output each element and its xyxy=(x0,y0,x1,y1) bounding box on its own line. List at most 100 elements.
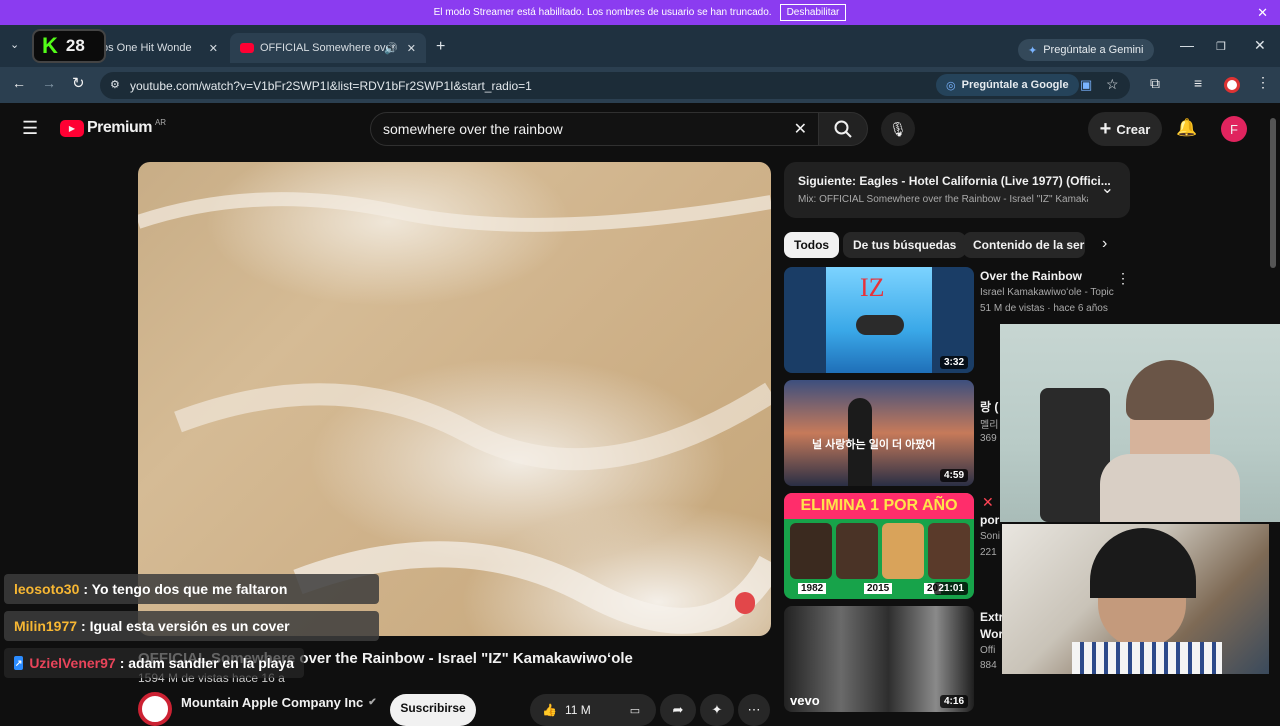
notifications-bell-icon[interactable]: 🔔 xyxy=(1176,118,1197,138)
rec-meta-2: 369 xyxy=(980,433,997,444)
audio-playing-icon[interactable]: 🔊 xyxy=(384,42,398,55)
rec-title-2[interactable]: 랑 ( xyxy=(980,398,998,415)
rec-channel-3: Soni xyxy=(980,531,1001,542)
body-shape xyxy=(1100,454,1240,522)
voice-search-button[interactable]: 🎙 xyxy=(881,112,915,146)
url-text: youtube.com/watch?v=V1bFr2SWP1I&list=RDV… xyxy=(130,78,532,93)
minimize-icon[interactable]: — xyxy=(1180,37,1194,53)
disable-streamer-button[interactable]: Deshabilitar xyxy=(779,4,847,21)
youtube-premium-logo[interactable]: ▶ Premium AR xyxy=(60,118,166,137)
reload-icon[interactable]: ↻ xyxy=(72,74,85,92)
duration-badge: 21:01 xyxy=(934,582,968,595)
ask-ai-button[interactable]: ✦ xyxy=(700,694,734,726)
year-badge: 2015 xyxy=(864,583,893,594)
webcam-streamer-1 xyxy=(1000,324,1280,522)
search-button[interactable] xyxy=(818,112,868,146)
thumbs-up-icon: 👍 xyxy=(542,703,557,717)
kick-viewer-overlay: K 28 xyxy=(32,29,106,63)
bookmark-star-icon[interactable]: ☆ xyxy=(1106,76,1119,93)
duration-badge: 4:59 xyxy=(939,469,968,482)
webcam-streamer-2 xyxy=(1002,524,1269,674)
microphone-icon: 🎙 xyxy=(889,120,907,137)
close-window-icon[interactable]: ✕ xyxy=(1254,37,1266,54)
chevron-right-icon[interactable]: › xyxy=(1102,235,1107,253)
face-4 xyxy=(928,523,970,579)
subscribe-button[interactable]: Suscribirse xyxy=(390,694,476,726)
new-tab-icon[interactable]: + xyxy=(436,38,445,56)
site-info-icon[interactable]: ⚙ xyxy=(110,78,120,91)
chip-de-tus-busquedas[interactable]: De tus búsquedas xyxy=(843,232,967,258)
album-cover: IZ xyxy=(826,267,932,373)
chevron-down-icon[interactable]: ⌄ xyxy=(1101,178,1114,198)
account-avatar[interactable]: F xyxy=(1221,116,1247,142)
close-tab-icon[interactable]: ✕ xyxy=(407,42,416,55)
channel-avatar[interactable] xyxy=(138,692,172,726)
more-horizontal-icon: ⋯ xyxy=(747,702,761,717)
chat-text: : Yo tengo dos que me faltaron xyxy=(83,581,288,597)
page-scrollbar[interactable] xyxy=(1270,118,1276,268)
chat-message: leosoto30 : Yo tengo dos que me faltaron xyxy=(4,574,379,604)
guide-menu-icon[interactable]: ☰ xyxy=(22,118,38,139)
duration-badge: 3:32 xyxy=(939,356,968,369)
channel-name[interactable]: Mountain Apple Company Inc ✔ xyxy=(181,695,377,710)
browser-address-bar: ← → ↻ ⚙ youtube.com/watch?v=V1bFr2SWP1I&… xyxy=(0,67,1280,103)
rec-title-4[interactable]: Extr xyxy=(980,610,1003,624)
video-frame-waves xyxy=(138,192,771,634)
close-icon[interactable]: ✕ xyxy=(1257,5,1268,21)
rec-thumbnail-2[interactable]: 널 사랑하는 일이 더 아팠어 4:59 xyxy=(784,380,974,486)
close-tab-icon[interactable]: ✕ xyxy=(209,42,218,55)
thumb-banner: ELIMINA 1 POR AÑO xyxy=(784,493,974,519)
like-button[interactable]: 👍 11 M xyxy=(530,694,614,726)
media-controls-icon[interactable]: ≡ xyxy=(1194,75,1202,91)
ask-gemini-button[interactable]: ✦ Pregúntale a Gemini xyxy=(1018,39,1154,61)
ask-google-button[interactable]: ◎ Pregúntale a Google xyxy=(936,74,1079,96)
youtube-favicon-icon xyxy=(240,43,254,53)
logo-text: Premium xyxy=(87,119,152,136)
face-2 xyxy=(836,523,878,579)
back-icon[interactable]: ← xyxy=(12,75,26,91)
more-actions-button[interactable]: ⋯ xyxy=(738,694,770,726)
year-badge: 1982 xyxy=(798,583,827,594)
url-omnibox[interactable]: ⚙ youtube.com/watch?v=V1bFr2SWP1I&list=R… xyxy=(100,72,1130,99)
platform-badge-icon: ↗ xyxy=(14,656,24,670)
tab-list-chevron-icon[interactable]: ⌄ xyxy=(10,38,19,51)
vevo-logo: vevo xyxy=(790,693,820,708)
verified-icon: ✔ xyxy=(368,697,377,708)
profile-avatar-icon[interactable] xyxy=(1224,77,1240,93)
chat-message: Milin1977 : Igual esta versión es un cov… xyxy=(4,611,379,641)
channel-name-text: Mountain Apple Company Inc xyxy=(181,695,364,710)
apple-watermark-icon xyxy=(735,592,755,614)
search-input[interactable]: somewhere over the rainbow ✕ xyxy=(370,112,820,146)
headphones-shape xyxy=(1090,528,1196,598)
extensions-icon[interactable]: ⧉ xyxy=(1150,75,1160,92)
chip-todos[interactable]: Todos xyxy=(784,232,840,258)
clear-search-icon[interactable]: ✕ xyxy=(794,119,807,139)
browser-menu-icon[interactable]: ⋮ xyxy=(1256,74,1270,91)
chat-username: Milin1977 xyxy=(14,618,78,634)
search-icon xyxy=(834,120,852,138)
create-button[interactable]: + Crear xyxy=(1088,112,1162,146)
rec-title-1[interactable]: Over the Rainbow xyxy=(980,269,1082,283)
rec-meta-4: Offi xyxy=(980,645,996,656)
forward-icon[interactable]: → xyxy=(42,75,56,91)
tab-somewhere-over[interactable]: OFFICIAL Somewhere over 🔊 ✕ xyxy=(230,33,426,63)
rec-more-icon[interactable]: ⋮ xyxy=(1116,270,1130,287)
up-next-panel[interactable]: Siguiente: Eagles - Hotel California (Li… xyxy=(784,162,1130,218)
cast-icon[interactable]: ▣ xyxy=(1080,77,1092,93)
rec-thumbnail-1[interactable]: IZ 3:32 xyxy=(784,267,974,373)
maximize-icon[interactable]: ❐ xyxy=(1216,40,1226,53)
dislike-button[interactable]: ▭ xyxy=(614,694,656,726)
ask-gemini-label: Pregúntale a Gemini xyxy=(1043,44,1144,56)
chat-text: : Igual esta versión es un cover xyxy=(81,618,290,634)
rec-meta-1: 51 M de vistas · hace 6 años xyxy=(980,303,1108,314)
rec-thumbnail-3[interactable]: ELIMINA 1 POR AÑO 1982 2015 20 21:01 xyxy=(784,493,974,599)
rec-title-3[interactable]: por xyxy=(980,513,999,527)
video-player[interactable] xyxy=(138,162,771,636)
shirt-shape xyxy=(1072,642,1222,674)
share-button[interactable]: ➦ xyxy=(660,694,696,726)
ask-google-label: Pregúntale a Google xyxy=(961,79,1069,91)
rec-thumbnail-4[interactable]: vevo 4:16 xyxy=(784,606,974,712)
lens-icon: ◎ xyxy=(946,79,956,92)
swimmer-shape xyxy=(856,315,904,335)
chip-contenido-serie[interactable]: Contenido de la serie xyxy=(963,232,1085,258)
